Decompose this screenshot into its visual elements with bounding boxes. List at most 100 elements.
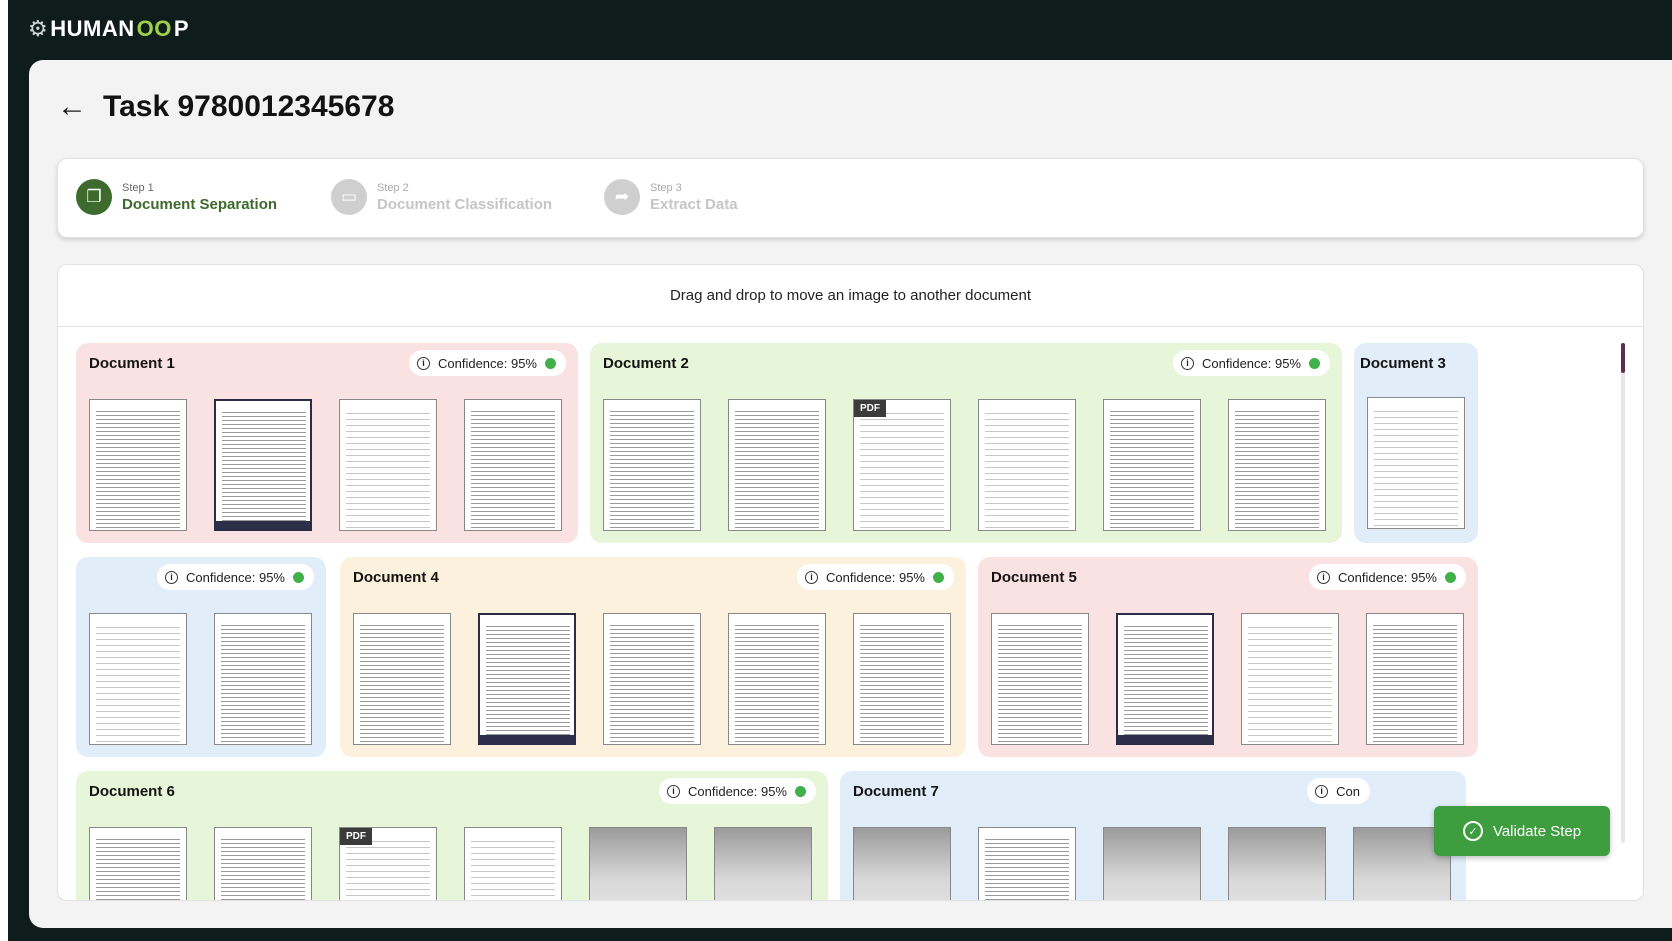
drag-drop-hint: Drag and drop to move an image to anothe…: [58, 265, 1643, 327]
gear-logo-icon: ⚙: [28, 16, 49, 41]
app-window: ⚙ HUMAN OO P ← Task 9780012345678 ❐ Step 1…: [0, 0, 1672, 941]
status-dot: [1445, 571, 1456, 583]
page-thumbnail[interactable]: [214, 827, 312, 900]
page-thumbnail[interactable]: [978, 827, 1076, 900]
confidence-badge[interactable]: i Confidence: 95%: [408, 350, 566, 376]
confidence-badge[interactable]: i Confidence: 95%: [658, 778, 816, 804]
document-group-3[interactable]: Document 3: [1354, 343, 1478, 543]
document-group-7[interactable]: Document 7 i Con: [840, 771, 1466, 900]
document-group-5[interactable]: Document 5 i Confidence: 95%: [978, 557, 1478, 757]
board-scrollbar[interactable]: [1621, 343, 1625, 843]
pdf-tag: PDF: [340, 828, 372, 845]
logo-text-p: P: [173, 16, 190, 41]
top-bar: ⚙ HUMAN OO P: [8, 0, 1672, 58]
page-thumbnail[interactable]: [1103, 827, 1201, 900]
step-label: Document Separation: [122, 195, 278, 213]
page-thumbnail[interactable]: [603, 399, 701, 531]
confidence-text: Confidence: 95%: [185, 569, 285, 585]
page-thumbnail[interactable]: [464, 827, 562, 900]
info-icon[interactable]: i: [666, 784, 680, 798]
info-icon[interactable]: i: [1315, 784, 1329, 798]
document-group-4[interactable]: Document 4 i Confidence: 95%: [340, 557, 966, 757]
page-thumbnail[interactable]: [978, 399, 1076, 531]
step-number: Step 3: [650, 181, 682, 194]
page-thumbnail[interactable]: [714, 827, 812, 900]
document-group-3-continued[interactable]: i Confidence: 95%: [76, 557, 326, 757]
humanloop-logo[interactable]: ⚙ HUMAN OO P: [28, 16, 189, 42]
document-title: Document 4: [353, 569, 439, 586]
page-thumbnail[interactable]: [478, 613, 576, 745]
page-thumbnail[interactable]: [339, 399, 437, 531]
step-extract-data[interactable]: ➦ Step 3 Extract Data: [604, 179, 738, 215]
step-document-classification[interactable]: ▭ Step 2 Document Classification: [331, 179, 552, 215]
page-thumbnail[interactable]: [1241, 613, 1339, 745]
page-thumbnail[interactable]: [89, 827, 187, 900]
confidence-text: Con: [1336, 783, 1360, 799]
page-thumbnail[interactable]: [603, 613, 701, 745]
info-icon[interactable]: i: [164, 570, 178, 584]
logo-text-loop: OO: [136, 16, 172, 41]
export-icon: ➦: [604, 179, 640, 215]
document-board: Drag and drop to move an image to anothe…: [57, 264, 1644, 901]
page-thumbnail[interactable]: [589, 827, 687, 900]
step-label: Document Classification: [377, 195, 553, 213]
confidence-badge[interactable]: i Confidence: 95%: [156, 564, 314, 590]
page-thumbnail[interactable]: [1228, 827, 1326, 900]
confidence-text: Confidence: 95%: [437, 355, 537, 371]
page-thumbnail[interactable]: [728, 399, 826, 531]
info-icon[interactable]: i: [1180, 356, 1194, 370]
page-thumbnail[interactable]: [1367, 397, 1465, 529]
step-document-separation[interactable]: ❐ Step 1 Document Separation: [76, 179, 277, 215]
confidence-text: Confidence: 95%: [687, 783, 787, 799]
page-thumbnail[interactable]: [214, 399, 312, 531]
page-thumbnail[interactable]: [89, 613, 187, 745]
page-thumbnail[interactable]: [353, 613, 451, 745]
document-stack-icon: ❐: [76, 179, 112, 215]
page-thumbnail[interactable]: [464, 399, 562, 531]
left-edge-strip: [0, 0, 8, 941]
confidence-badge[interactable]: i Confidence: 95%: [796, 564, 954, 590]
page-thumbnail[interactable]: [853, 613, 951, 745]
confidence-badge[interactable]: i Confidence: 95%: [1172, 350, 1330, 376]
page-thumbnail[interactable]: [1228, 399, 1326, 531]
status-dot: [933, 571, 944, 583]
scrollbar-thumb[interactable]: [1621, 343, 1625, 373]
page-thumbnail[interactable]: [728, 613, 826, 745]
info-icon[interactable]: i: [804, 570, 818, 584]
page-thumbnail[interactable]: [991, 613, 1089, 745]
back-arrow-icon[interactable]: ←: [57, 92, 87, 122]
document-group-1[interactable]: Document 1 i Confidence: 95%: [76, 343, 578, 543]
page-thumbnail[interactable]: [1116, 613, 1214, 745]
page-thumbnail[interactable]: [1103, 399, 1201, 531]
confidence-text: Confidence: 95%: [1337, 569, 1437, 585]
document-title: Document 6: [89, 783, 175, 800]
step-number: Step 2: [377, 181, 409, 194]
title-row: ← Task 9780012345678: [57, 90, 394, 124]
page-thumbnail[interactable]: PDF: [339, 827, 437, 900]
stepper: ❐ Step 1 Document Separation ▭ Step 2 Do…: [57, 158, 1644, 238]
document-group-6[interactable]: Document 6 i Confidence: 95% PDF: [76, 771, 828, 900]
page-thumbnail[interactable]: [1366, 613, 1464, 745]
page-thumbnail[interactable]: [214, 613, 312, 745]
info-icon[interactable]: i: [1316, 570, 1330, 584]
folder-icon: ▭: [331, 179, 367, 215]
page-thumbnail[interactable]: [853, 827, 951, 900]
document-group-2[interactable]: Document 2 i Confidence: 95% PDF: [590, 343, 1342, 543]
page-thumbnail[interactable]: PDF: [853, 399, 951, 531]
confidence-badge[interactable]: i Confidence: 95%: [1308, 564, 1466, 590]
document-title: Document 1: [89, 355, 175, 372]
confidence-text: Confidence: 95%: [1201, 355, 1301, 371]
status-dot: [795, 785, 806, 797]
check-badge-icon: ✓: [1462, 821, 1483, 841]
info-icon[interactable]: i: [416, 356, 430, 370]
document-title: Document 7: [853, 783, 939, 800]
main-card: ← Task 9780012345678 ❐ Step 1 Document S…: [29, 60, 1672, 928]
validate-step-button[interactable]: ✓ Validate Step: [1434, 806, 1610, 856]
page-thumbnail[interactable]: [89, 399, 187, 531]
status-dot: [1309, 357, 1320, 369]
confidence-badge[interactable]: i Con: [1307, 778, 1370, 804]
step-number: Step 1: [122, 181, 154, 194]
confidence-text: Confidence: 95%: [825, 569, 925, 585]
validate-step-label: Validate Step: [1492, 822, 1582, 840]
status-dot: [545, 357, 556, 369]
